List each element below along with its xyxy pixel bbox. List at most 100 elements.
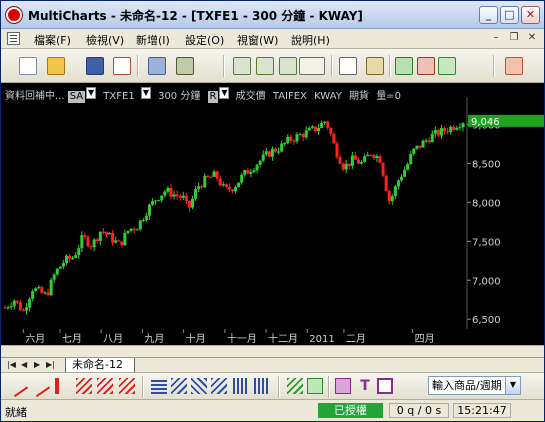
chart-type-dropdown-icon[interactable] [299,57,325,75]
symbol-input-combo[interactable]: 輸入商品/週期 ▼ [428,376,521,395]
trendline-icon[interactable] [5,374,29,398]
y-tick-label: 7,000 [472,276,501,287]
tab-prev-icon[interactable]: ◀ [21,360,27,369]
x-tick-label: 十一月 [227,332,257,345]
menu-window[interactable]: 視窗(W) [237,32,278,48]
regression-channel-icon[interactable] [119,378,135,394]
new-chart-window-icon[interactable] [148,57,166,75]
menu-bar: 檔案(F) 檢視(V) 新增(I) 設定(O) 視窗(W) 說明(H) – ❐ … [1,29,544,49]
hourglass-icon[interactable] [505,57,523,75]
candle-body [86,236,90,247]
candle-body [227,186,231,190]
mdi-close-icon[interactable]: ✕ [525,32,539,45]
checkmark-icon[interactable] [438,57,456,75]
ray-icon[interactable] [27,374,51,398]
candle-body [360,161,364,164]
price-chart[interactable]: 6,5007,0007,5008,0008,5009,000六月七月八月九月十月… [1,83,544,345]
speed-lines-icon[interactable] [211,378,227,394]
candle-body [458,127,462,129]
mdi-restore-icon[interactable]: ❐ [507,32,521,45]
candle-body [320,122,324,129]
menu-file[interactable]: 檔案(F) [34,32,71,48]
cycle-lines-icon[interactable] [254,378,270,394]
data-loading-status: 資料回補中... [5,91,65,102]
candle-body [409,153,413,165]
toolbar-separator [493,55,494,77]
series-mode-dropdown-icon[interactable]: ▼ [86,87,97,99]
candle-body [286,136,290,143]
candle-body [141,220,145,222]
candle-body [6,307,10,309]
rectangle-tool-icon[interactable] [335,378,351,394]
save-icon[interactable] [86,57,104,75]
vertical-line-icon[interactable] [55,378,59,394]
candle-body [74,255,78,258]
candle-body [126,230,130,233]
candle-body [356,159,360,164]
combo-dropdown-icon[interactable]: ▼ [505,377,520,394]
text-tool-icon[interactable]: T [357,378,373,394]
candle-body [194,188,198,199]
candle-body [243,170,247,175]
candle-body [267,151,271,157]
candle-body [461,123,465,128]
tab-next-icon[interactable]: ▶ [34,360,40,369]
candle-body [446,131,450,133]
format-symbol-icon[interactable] [339,57,357,75]
new-scanner-icon[interactable] [176,57,194,75]
insert-indicator-icon[interactable] [395,57,413,75]
candle-body [255,164,259,171]
maximize-button[interactable]: □ [500,6,519,24]
andrews-pitchfork-icon[interactable] [97,378,113,394]
price-mode-dropdown-icon[interactable]: ▼ [219,87,230,99]
close-button[interactable]: ✕ [521,6,540,24]
mdi-minimize-icon[interactable]: – [489,32,503,45]
candle-body [215,171,219,179]
candle-body [249,172,253,174]
menu-insert[interactable]: 新增(I) [136,32,170,48]
line-chart-icon[interactable] [279,57,297,75]
fibonacci-fan-icon[interactable] [171,378,187,394]
menu-settings[interactable]: 設定(O) [185,32,224,48]
menu-help[interactable]: 說明(H) [291,32,330,48]
bar-chart-icon[interactable] [233,57,251,75]
price-mode-box[interactable]: R [207,91,219,103]
candle-chart-icon[interactable] [256,57,274,75]
tab-last-icon[interactable]: ▶| [46,360,55,369]
chart-horizontal-scrollbar[interactable] [1,345,544,357]
ellipse-tool-icon[interactable] [377,378,393,394]
insert-strategy-icon[interactable] [417,57,435,75]
candle-body [240,174,244,183]
fibonacci-time-icon[interactable] [233,378,249,394]
candle-body [307,127,311,131]
workspace-tab[interactable]: 未命名-12 [65,358,135,373]
title-bar[interactable]: MultiCharts - 未命名-12 - [TXFE1 - 300 分鐘 -… [1,1,544,29]
x-tick-label: 九月 [144,333,164,345]
document-icon[interactable] [7,32,20,45]
series-mode-box[interactable]: SA [67,91,86,103]
pencil-draw-icon[interactable] [287,378,303,394]
gann-fan-icon[interactable] [191,378,207,394]
new-workspace-icon[interactable] [19,57,37,75]
candle-body [270,148,274,157]
symbol-dropdown-icon[interactable]: ▼ [140,87,151,99]
minimize-button[interactable]: _ [479,6,498,24]
close-workspace-icon[interactable] [113,57,131,75]
tab-first-icon[interactable]: |◀ [7,360,16,369]
candle-body [28,298,32,308]
fibonacci-retracement-icon[interactable] [151,378,167,394]
candle-body [169,187,173,197]
parallel-channel-icon[interactable] [76,378,92,394]
candle-body [421,140,425,148]
candle-body [135,229,139,231]
menu-view[interactable]: 檢視(V) [86,32,124,48]
chart-plot-area[interactable]: 6,5007,0007,5008,0008,5009,000六月七月八月九月十月… [1,83,544,345]
grid-tool-icon[interactable] [307,378,323,394]
toolbar-separator [137,55,138,77]
candle-body [129,228,133,231]
candle-body [344,163,348,170]
open-folder-icon[interactable] [47,57,65,75]
data-window-icon[interactable] [366,57,384,75]
candle-body [396,180,400,187]
status-text: 就緒 [5,406,27,419]
